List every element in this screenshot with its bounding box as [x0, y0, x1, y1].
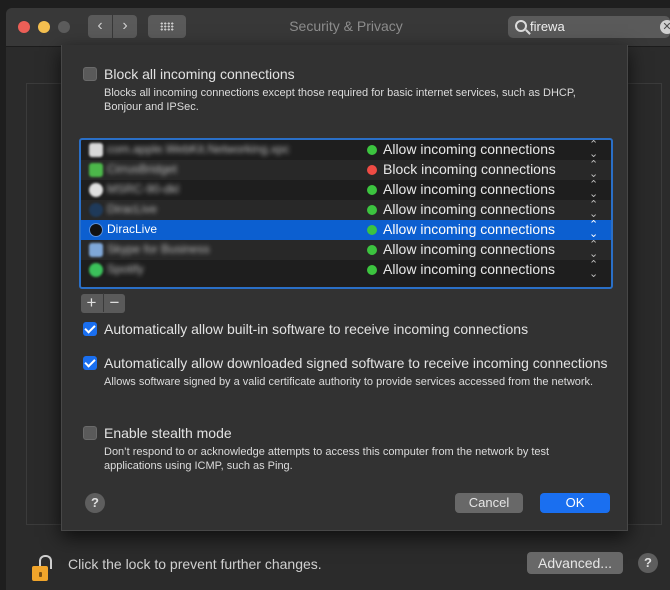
stealth-mode-label: Enable stealth mode	[104, 425, 232, 441]
block-all-checkbox[interactable]	[83, 67, 97, 81]
lock-message: Click the lock to prevent further change…	[68, 556, 322, 572]
help-button[interactable]: ?	[85, 493, 105, 513]
dirac-live-icon	[89, 223, 103, 237]
search-input[interactable]: firewa	[530, 19, 565, 34]
app-icon	[89, 203, 103, 217]
status-dot	[367, 165, 377, 175]
forward-button[interactable]: ›	[113, 15, 137, 38]
updown-chevron-icon[interactable]: ⌃ ⌄	[589, 180, 598, 200]
app-rules-table[interactable]: com.apple.WebKit.Networking.xpc Allow in…	[79, 138, 613, 289]
connection-status[interactable]: Allow incoming connections	[383, 141, 555, 157]
add-remove-control: + −	[81, 293, 125, 313]
status-dot	[367, 245, 377, 255]
chevron-right-icon: ›	[122, 17, 128, 34]
table-row-selected[interactable]: DiracLive Allow incoming connections ⌃ ⌄	[81, 220, 611, 240]
app-name: MSRC-90-dkl	[107, 182, 180, 196]
app-name: DiracLive	[107, 222, 158, 236]
close-window-button[interactable]	[18, 21, 30, 33]
back-button[interactable]: ‹	[88, 15, 112, 38]
stealth-mode-checkbox[interactable]	[83, 426, 97, 440]
search-field[interactable]: firewa ✕	[508, 16, 670, 38]
block-all-label: Block all incoming connections	[104, 66, 295, 82]
table-row[interactable]: com.apple.WebKit.Networking.xpc Allow in…	[81, 140, 611, 160]
show-all-button[interactable]	[148, 15, 186, 38]
connection-status[interactable]: Block incoming connections	[383, 161, 556, 177]
status-dot	[367, 185, 377, 195]
chevron-left-icon: ‹	[97, 17, 103, 34]
app-name: Spotify	[107, 262, 144, 276]
app-name: Skype for Business	[107, 242, 210, 256]
table-row[interactable]: Spotify Allow incoming connections ⌃ ⌄	[81, 260, 611, 280]
search-icon	[515, 20, 527, 32]
add-app-button[interactable]: +	[81, 293, 102, 312]
updown-chevron-icon[interactable]: ⌃ ⌄	[589, 220, 598, 240]
status-dot	[367, 265, 377, 275]
stealth-mode-description: Don’t respond to or acknowledge attempts…	[104, 446, 550, 472]
app-name: CirrusBridget	[107, 162, 178, 176]
help-button-main[interactable]: ?	[638, 553, 658, 573]
firewall-options-sheet: Block all incoming connections Blocks al…	[61, 45, 628, 531]
connection-status[interactable]: Allow incoming connections	[383, 221, 555, 237]
grid-icon	[160, 22, 174, 31]
cancel-button[interactable]: Cancel	[455, 493, 523, 513]
auto-signed-description: Allows software signed by a valid certif…	[104, 376, 594, 388]
updown-chevron-icon[interactable]: ⌃ ⌄	[589, 240, 598, 260]
title-bar: ‹ › Security & Privacy firewa ✕	[6, 8, 670, 47]
remove-app-button[interactable]: −	[103, 293, 125, 312]
table-row[interactable]: Skype for Business Allow incoming connec…	[81, 240, 611, 260]
window-title: Security & Privacy	[289, 18, 403, 34]
app-name: DiracLive	[107, 202, 158, 216]
app-icon	[89, 183, 103, 197]
clear-search-icon[interactable]: ✕	[660, 20, 670, 34]
connection-status[interactable]: Allow incoming connections	[383, 181, 555, 197]
updown-chevron-icon[interactable]: ⌃ ⌄	[589, 140, 598, 160]
connection-status[interactable]: Allow incoming connections	[383, 261, 555, 277]
auto-signed-label: Automatically allow downloaded signed so…	[104, 355, 608, 371]
status-dot	[367, 225, 377, 235]
zoom-window-button[interactable]	[58, 21, 70, 33]
security-privacy-window: ‹ › Security & Privacy firewa ✕ Block al…	[6, 8, 670, 590]
lock-icon[interactable]	[32, 555, 52, 581]
updown-chevron-icon[interactable]: ⌃ ⌄	[589, 160, 598, 180]
minimize-window-button[interactable]	[38, 21, 50, 33]
status-dot	[367, 205, 377, 215]
app-icon	[89, 243, 103, 257]
app-icon	[89, 163, 103, 177]
app-name: com.apple.WebKit.Networking.xpc	[107, 142, 290, 156]
auto-signed-checkbox[interactable]	[83, 356, 97, 370]
updown-chevron-icon[interactable]: ⌃ ⌄	[589, 260, 598, 280]
status-dot	[367, 145, 377, 155]
auto-builtin-label: Automatically allow built-in software to…	[104, 321, 529, 337]
table-row[interactable]: DiracLive Allow incoming connections ⌃ ⌄	[81, 200, 611, 220]
updown-chevron-icon[interactable]: ⌃ ⌄	[589, 200, 598, 220]
connection-status[interactable]: Allow incoming connections	[383, 241, 555, 257]
app-icon	[89, 263, 103, 277]
table-row[interactable]: CirrusBridget Block incoming connections…	[81, 160, 611, 180]
auto-builtin-checkbox[interactable]	[83, 322, 97, 336]
ok-button[interactable]: OK	[540, 493, 610, 513]
block-all-description: Blocks all incoming connections except t…	[104, 87, 576, 113]
connection-status[interactable]: Allow incoming connections	[383, 201, 555, 217]
table-row[interactable]: MSRC-90-dkl Allow incoming connections ⌃…	[81, 180, 611, 200]
app-icon	[89, 143, 103, 157]
advanced-button[interactable]: Advanced...	[527, 552, 623, 574]
